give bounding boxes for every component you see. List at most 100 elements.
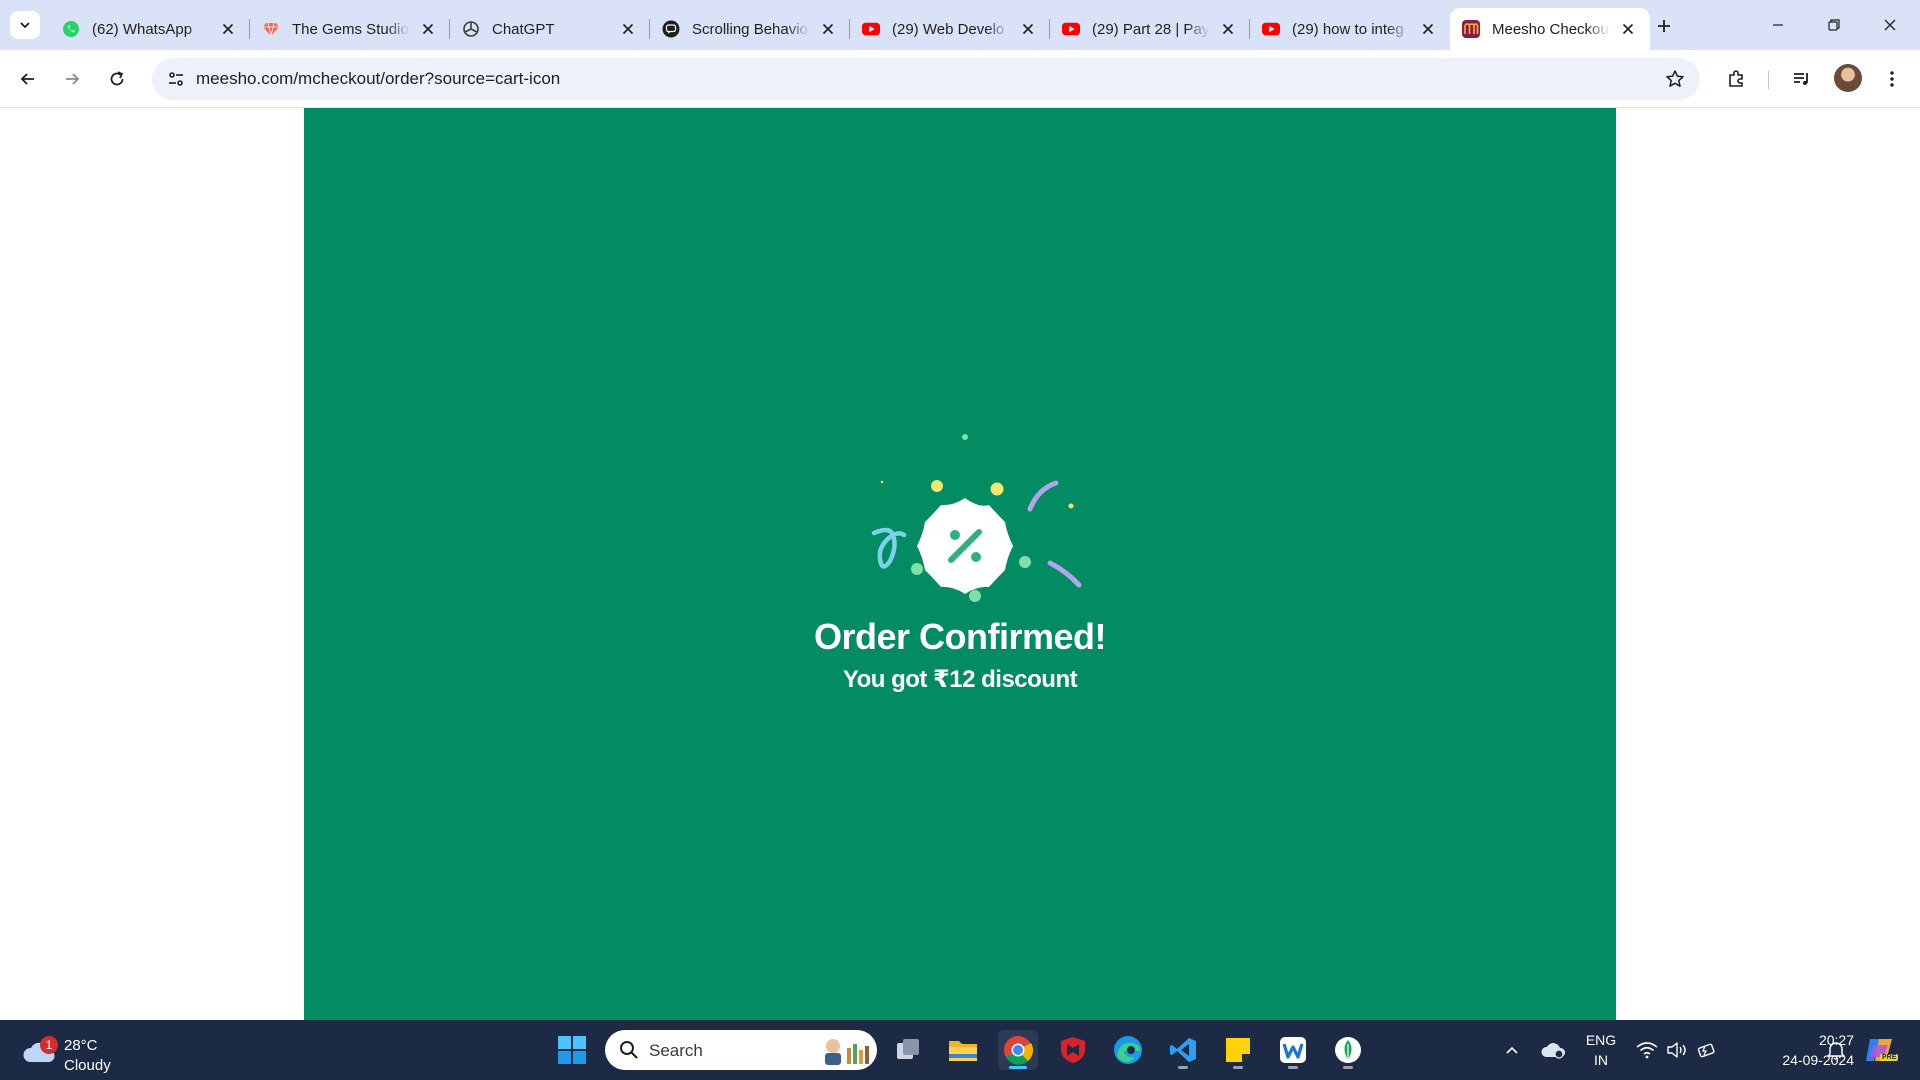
browser-toolbar: meesho.com/mcheckout/order?source=cart-i… bbox=[0, 50, 1920, 108]
taskbar-mcafee[interactable] bbox=[1053, 1030, 1093, 1070]
tab-close-button[interactable] bbox=[1418, 19, 1438, 39]
cloud-sync-icon bbox=[1541, 1043, 1566, 1059]
plus-icon bbox=[1658, 20, 1670, 32]
tab-search-button[interactable] bbox=[10, 11, 40, 39]
taskbar-task-view[interactable] bbox=[888, 1030, 928, 1070]
tab-active[interactable]: Meesho Checkout bbox=[1450, 8, 1650, 50]
youtube-icon bbox=[1062, 20, 1080, 38]
tab-close-button[interactable] bbox=[1218, 19, 1238, 39]
close-icon bbox=[1422, 23, 1434, 35]
edge-icon bbox=[1114, 1036, 1142, 1064]
arrow-left-icon bbox=[20, 73, 34, 85]
close-icon bbox=[1884, 19, 1896, 31]
whatsapp-icon bbox=[62, 20, 80, 38]
tab-close-button[interactable] bbox=[818, 19, 838, 39]
tab[interactable]: (29) Part 28 | Pay bbox=[1050, 8, 1250, 50]
tab-close-button[interactable] bbox=[218, 19, 238, 39]
new-tab-button[interactable] bbox=[1650, 12, 1678, 40]
youtube-icon bbox=[862, 20, 880, 38]
back-button[interactable] bbox=[12, 63, 44, 95]
sticky-note-icon bbox=[1226, 1038, 1250, 1062]
confetti-streamer bbox=[1027, 480, 1059, 512]
taskbar-w-app[interactable] bbox=[1273, 1030, 1313, 1070]
discount-celebration-illustration bbox=[871, 434, 1082, 602]
taskbar-edge[interactable] bbox=[1108, 1030, 1148, 1070]
close-icon bbox=[622, 23, 634, 35]
taskbar-search-box[interactable]: Search bbox=[605, 1030, 877, 1070]
reload-icon bbox=[110, 71, 124, 86]
close-icon bbox=[422, 23, 434, 35]
windows-taskbar: 1 28°C Cloudy Search ENG IN 20:27 24-09-… bbox=[0, 1020, 1920, 1080]
battery-status[interactable] bbox=[1686, 1030, 1726, 1070]
gem-icon bbox=[262, 20, 280, 38]
restore-button[interactable] bbox=[1806, 0, 1862, 50]
confetti-streamer bbox=[1047, 560, 1082, 588]
tab[interactable]: The Gems Studio bbox=[250, 8, 450, 50]
tab[interactable]: (29) how to integ bbox=[1250, 8, 1450, 50]
reload-button[interactable] bbox=[101, 63, 133, 95]
site-info-button[interactable] bbox=[162, 65, 190, 93]
close-icon bbox=[222, 23, 234, 35]
notifications-button[interactable] bbox=[1816, 1030, 1856, 1070]
tab[interactable]: ChatGPT bbox=[450, 8, 650, 50]
address-bar[interactable]: meesho.com/mcheckout/order?source=cart-i… bbox=[152, 58, 1700, 100]
confetti-swirl bbox=[871, 527, 907, 569]
close-icon bbox=[1022, 23, 1034, 35]
chat-bubble-icon bbox=[662, 20, 680, 38]
close-icon bbox=[1222, 23, 1234, 35]
extensions-button[interactable] bbox=[1720, 63, 1752, 95]
page-viewport: Order Confirmed! You got ₹12 discount bbox=[0, 108, 1920, 1020]
tab[interactable]: (62) WhatsApp bbox=[50, 8, 250, 50]
tab-title: ChatGPT bbox=[492, 20, 555, 38]
playlist-icon bbox=[1794, 73, 1808, 85]
tab-title: Scrolling Behavior bbox=[692, 20, 810, 38]
taskbar-chrome[interactable] bbox=[998, 1030, 1038, 1070]
chrome-icon bbox=[1004, 1036, 1033, 1065]
order-confirmed-title: Order Confirmed! bbox=[813, 616, 1107, 657]
minimize-button[interactable] bbox=[1750, 0, 1806, 50]
confetti-dot bbox=[962, 434, 968, 440]
taskbar-vscode[interactable] bbox=[1163, 1030, 1203, 1070]
copilot-badge: PRE bbox=[1880, 1054, 1899, 1061]
w-app-icon bbox=[1280, 1037, 1306, 1063]
vscode-icon bbox=[1170, 1038, 1196, 1062]
url-text[interactable]: meesho.com/mcheckout/order?source=cart-i… bbox=[196, 69, 560, 89]
star-icon bbox=[1666, 70, 1684, 87]
leaf-icon bbox=[1335, 1037, 1361, 1063]
language-indicator-top[interactable]: ENG bbox=[1584, 1032, 1618, 1048]
tab[interactable]: (29) Web Develo bbox=[850, 8, 1050, 50]
weather-condition: Cloudy bbox=[64, 1057, 111, 1074]
confetti-dot bbox=[969, 590, 981, 602]
confetti-dot bbox=[911, 563, 923, 575]
tune-icon bbox=[169, 72, 183, 86]
folder-icon bbox=[949, 1041, 977, 1061]
show-hidden-icons-button[interactable] bbox=[1492, 1030, 1532, 1070]
taskbar-file-explorer[interactable] bbox=[943, 1030, 983, 1070]
copilot-button[interactable]: PRE bbox=[1860, 1030, 1900, 1070]
tab-title: (62) WhatsApp bbox=[92, 20, 193, 38]
tab[interactable]: Scrolling Behavior bbox=[650, 8, 850, 50]
tab-close-button[interactable] bbox=[1018, 19, 1038, 39]
close-window-button[interactable] bbox=[1862, 0, 1918, 50]
confetti-dot bbox=[990, 482, 1004, 496]
start-button[interactable] bbox=[552, 1030, 592, 1070]
more-vertical-icon bbox=[1890, 71, 1894, 87]
bookmark-button[interactable] bbox=[1662, 66, 1688, 92]
language-indicator-bottom[interactable]: IN bbox=[1584, 1052, 1618, 1068]
tab-title: The Gems Studio bbox=[292, 20, 409, 38]
discount-badge bbox=[917, 498, 1013, 594]
tab-close-button[interactable] bbox=[618, 19, 638, 39]
tab-close-button[interactable] bbox=[1618, 19, 1638, 39]
weather-widget[interactable]: 1 28°C Cloudy bbox=[20, 1028, 140, 1074]
media-controls-button[interactable] bbox=[1786, 63, 1818, 95]
confetti-dot bbox=[1019, 556, 1031, 568]
tab-close-button[interactable] bbox=[418, 19, 438, 39]
profile-avatar[interactable] bbox=[1834, 64, 1862, 92]
taskbar-sticky-notes[interactable] bbox=[1218, 1030, 1258, 1070]
onedrive-status[interactable] bbox=[1533, 1030, 1573, 1070]
toolbar-divider bbox=[1768, 71, 1769, 89]
browser-menu-button[interactable] bbox=[1876, 63, 1908, 95]
meesho-icon bbox=[1462, 20, 1480, 38]
taskbar-mongodb-compass[interactable] bbox=[1328, 1030, 1368, 1070]
forward-button[interactable] bbox=[56, 63, 88, 95]
